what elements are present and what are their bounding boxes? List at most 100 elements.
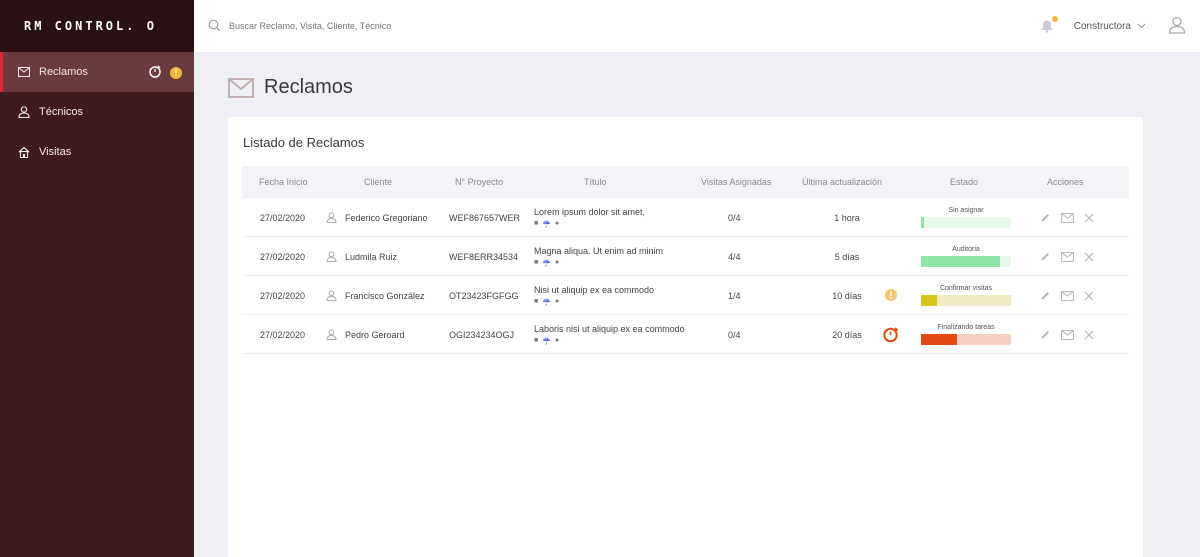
client-name: Pedro Geroard <box>345 329 405 340</box>
close-icon[interactable] <box>1084 330 1094 340</box>
topbar: Constructora <box>194 0 1200 52</box>
org-selector[interactable]: Constructora <box>1074 21 1146 32</box>
square-icon: ■ <box>534 298 539 305</box>
column-header: Acciones <box>1047 177 1084 187</box>
column-header: Título <box>584 177 607 187</box>
column-header: Última actualización <box>802 177 883 187</box>
mail-icon <box>17 65 31 79</box>
list-title: Listado de Reclamos <box>243 135 365 150</box>
status-progress-bar <box>921 334 1011 345</box>
mail-icon[interactable] <box>1061 251 1074 262</box>
user-avatar-icon[interactable] <box>1168 16 1186 37</box>
table-row[interactable]: 27/02/2020 Ludmila Ruiz WEF8ERR34534 Magna … <box>242 237 1129 276</box>
page-mail-icon <box>228 77 254 98</box>
project-cell: WEF867657WER <box>449 212 521 223</box>
status-cell: Finalizando tareas <box>921 315 1011 354</box>
table-row[interactable]: 27/02/2020 Federico Gregoriano WEF867657WE… <box>242 198 1129 237</box>
notification-bell-icon[interactable] <box>1040 16 1058 34</box>
status-progress-bar <box>921 256 1011 267</box>
user-icon <box>326 212 337 223</box>
updated-cell: 1 hora <box>834 212 860 223</box>
status-label: Auditoria <box>952 246 980 253</box>
cloud-rain-icon: ☔ <box>542 299 551 306</box>
cloud-rain-icon: ☔ <box>542 260 551 267</box>
mail-icon[interactable] <box>1061 212 1074 223</box>
title-cell: Lorem ipsum dolor sit amet, ■ ☔ ● <box>534 198 645 237</box>
status-progress-fill <box>921 295 938 306</box>
drop-icon: ● <box>554 220 560 227</box>
sidebar: RM CONTROL. O Reclamos ! Técnicos Visita… <box>0 0 194 557</box>
column-header: Visitas Asignadas <box>701 177 772 187</box>
claim-title: Nisi ut aliquip ex ea commodo <box>534 285 655 295</box>
drop-icon: ● <box>554 259 560 266</box>
edit-icon[interactable] <box>1040 329 1051 340</box>
status-label: Confirmar visitas <box>939 285 993 292</box>
edit-icon[interactable] <box>1040 251 1051 262</box>
title-cell: Laboris nisi ut aliquip ex ea commodo ■ ☔ ● <box>534 315 685 354</box>
table-row[interactable]: 27/02/2020 Francisco González OT23423FGFGG… <box>242 276 1129 315</box>
user-icon <box>17 105 31 119</box>
sidebar-item-visitas[interactable]: Visitas <box>0 132 194 172</box>
edit-icon[interactable] <box>1040 212 1051 223</box>
sidebar-item-reclamos[interactable]: Reclamos ! <box>0 52 194 92</box>
status-progress-fill <box>921 334 957 345</box>
updated-cell: 5 días <box>834 251 860 262</box>
warning-icon <box>884 288 898 304</box>
sidebar-item-tecnicos[interactable]: Técnicos <box>0 92 194 132</box>
status-progress-bar <box>921 295 1011 306</box>
title-cell: Nisi ut aliquip ex ea commodo ■ ☔ ● <box>534 276 654 315</box>
drop-icon: ● <box>554 298 560 305</box>
user-icon <box>326 290 337 301</box>
date-cell: 27/02/2020 <box>260 212 306 223</box>
sidebar-item-label: Reclamos <box>39 66 88 78</box>
timer-icon <box>148 64 162 81</box>
search-input[interactable] <box>229 21 629 31</box>
close-icon[interactable] <box>1084 252 1094 262</box>
visits-cell: 0/4 <box>728 329 741 340</box>
client-cell: Ludmila Ruiz <box>326 237 397 276</box>
visits-cell: 0/4 <box>728 212 741 223</box>
close-icon[interactable] <box>1084 213 1094 223</box>
column-header: N° Proyecto <box>455 177 504 187</box>
status-progress-fill <box>921 217 924 228</box>
client-name: Federico Gregoriano <box>345 212 428 223</box>
status-progress-fill <box>921 256 1001 267</box>
close-icon[interactable] <box>1084 291 1094 301</box>
notification-dot <box>1051 16 1058 22</box>
project-cell: OGI234234OGJ <box>449 329 515 340</box>
square-icon: ■ <box>534 259 539 266</box>
mail-icon[interactable] <box>1061 329 1074 340</box>
chevron-down-icon <box>1137 21 1146 32</box>
claims-card: Listado de Reclamos Fecha Inicio Cliente… <box>228 117 1143 557</box>
client-cell: Francisco González <box>326 276 425 315</box>
title-cell: Magna aliqua. Ut enim ad minim ■ ☔ ● <box>534 237 663 276</box>
mail-icon[interactable] <box>1061 290 1074 301</box>
actions-cell <box>1040 315 1094 354</box>
cloud-rain-icon: ☔ <box>542 221 551 228</box>
client-cell: Pedro Geroard <box>326 315 405 354</box>
actions-cell <box>1040 276 1094 315</box>
org-name: Constructora <box>1073 20 1131 32</box>
date-cell: 27/02/2020 <box>260 290 306 301</box>
search-icon <box>208 19 222 33</box>
timer-icon <box>882 325 900 345</box>
project-cell: WEF8ERR34534 <box>449 251 519 262</box>
user-icon <box>326 251 337 262</box>
column-header: Estado <box>950 177 979 187</box>
table-header: Fecha Inicio Cliente N° Proyecto Título … <box>242 166 1129 198</box>
column-header: Fecha Inicio <box>259 177 308 187</box>
status-cell: Auditoria <box>921 237 1011 276</box>
sidebar-item-label: Técnicos <box>39 106 84 118</box>
updated-cell: 10 días <box>832 290 862 301</box>
column-header: Cliente <box>364 177 393 187</box>
user-icon <box>326 329 337 340</box>
page-heading: Reclamos <box>228 76 353 99</box>
square-icon: ■ <box>534 220 539 227</box>
edit-icon[interactable] <box>1040 290 1051 301</box>
warning-icon: ! <box>170 66 182 79</box>
table-row[interactable]: 27/02/2020 Pedro Geroard OGI234234OGJ Labor… <box>242 315 1129 354</box>
status-label: Sin asignar <box>948 207 984 214</box>
square-icon: ■ <box>534 337 539 344</box>
visits-cell: 1/4 <box>728 290 741 301</box>
client-name: Ludmila Ruiz <box>345 251 398 262</box>
